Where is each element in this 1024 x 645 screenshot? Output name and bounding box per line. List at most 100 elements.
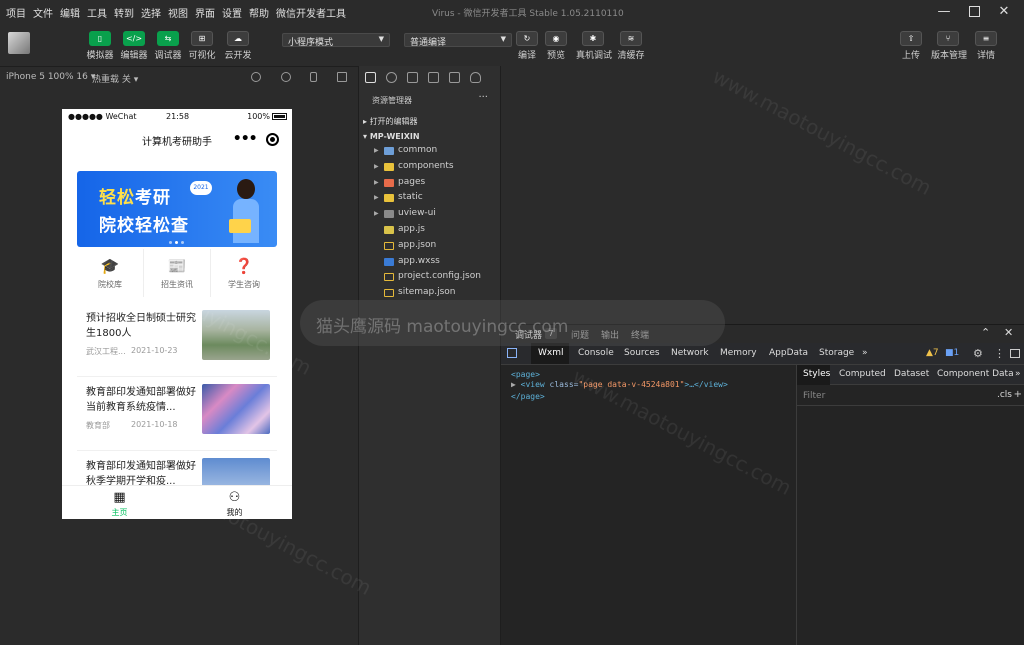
device-select[interactable]: iPhone 5 100% 16 ▾ (6, 72, 95, 82)
file-app-json[interactable]: app.json (359, 239, 502, 255)
info-count[interactable]: ■1 (945, 348, 959, 358)
menu-project[interactable]: 项目 (6, 5, 26, 20)
add-style-icon[interactable]: + (1014, 389, 1022, 400)
simulator-bar: iPhone 5 100% 16 ▾ 热重载 关 ▾ (0, 66, 358, 88)
news-item[interactable]: 教育部印发通知部署做好当前教育系统疫情... 教育部 2021-10-18 (77, 379, 277, 451)
dom-node-view[interactable]: ▶ <view class="page data-v-4524a801">…</… (511, 380, 728, 389)
banner[interactable]: 轻松考研 院校轻松查 2021 (77, 171, 277, 247)
details-button[interactable]: ≡ 详情 (969, 31, 1003, 61)
window-icon[interactable] (337, 72, 347, 82)
folder-uview-ui[interactable]: ▶ uview-ui (359, 207, 502, 223)
tab-computed[interactable]: Computed (839, 369, 886, 379)
code-icon: </> (123, 31, 145, 46)
clear-cache-button[interactable]: ≋ 清缓存 (614, 31, 648, 61)
files-icon[interactable] (365, 71, 376, 83)
news-item[interactable]: 预计招收全日制硕士研究生1800人 武汉工程... 2021-10-23 (77, 305, 277, 377)
tab-appdata[interactable]: AppData (769, 348, 808, 358)
shortcut-student-consult[interactable]: ❓ 学生咨询 (211, 249, 277, 297)
menu-goto[interactable]: 转到 (114, 5, 134, 20)
source-control-icon[interactable] (407, 71, 418, 83)
preview-button[interactable]: ◉ 预览 (539, 31, 573, 61)
menu-help[interactable]: 帮助 (249, 5, 269, 20)
banner-line1: 轻松考研 (99, 188, 171, 208)
more-tabs-icon[interactable]: » (1015, 369, 1021, 379)
record-icon[interactable] (281, 72, 291, 82)
tab-home[interactable]: ▦ 主页 (62, 486, 177, 519)
chevron-down-icon: ▼ (500, 35, 506, 43)
shortcut-admission-news[interactable]: 📰 招生资讯 (144, 249, 211, 297)
file-app-wxss[interactable]: app.wxss (359, 255, 502, 271)
more-tabs-icon[interactable]: » (862, 348, 868, 358)
simulator-button[interactable]: ▯ 模拟器 (83, 31, 117, 61)
menu-settings[interactable]: 设置 (222, 5, 242, 20)
folder-static[interactable]: ▶ static (359, 191, 502, 207)
watermark-banner: 猫头鹰源码 maotouyingcc.com (300, 300, 725, 346)
tab-network[interactable]: Network (671, 348, 709, 358)
tab-mine[interactable]: ⚇ 我的 (177, 486, 292, 519)
visual-button[interactable]: ⊞ 可视化 (185, 31, 219, 61)
avatar[interactable] (8, 32, 30, 54)
more-icon[interactable]: ••• (233, 131, 258, 147)
tab-wxml[interactable]: Wxml (538, 348, 564, 358)
menu-select[interactable]: 选择 (141, 5, 161, 20)
tab-console[interactable]: Console (578, 348, 614, 358)
debugger-button[interactable]: ⇆ 调试器 (151, 31, 185, 61)
cls-toggle[interactable]: .cls (997, 390, 1012, 400)
illustration-book (229, 219, 251, 233)
maximize-icon[interactable] (968, 4, 980, 18)
project-root[interactable]: ▾ MP-WEIXIN (363, 132, 420, 141)
dom-node-page[interactable]: <page> (511, 370, 540, 379)
editor-area[interactable] (501, 66, 1024, 324)
search-icon[interactable] (386, 71, 397, 83)
open-editors-section[interactable]: ▸ 打开的编辑器 (363, 116, 418, 127)
upload-button[interactable]: ⇧ 上传 (894, 31, 928, 61)
menu-tools[interactable]: 工具 (87, 5, 107, 20)
shortcut-grid: 🎓 院校库 📰 招生资讯 ❓ 学生咨询 (77, 249, 277, 297)
tab-storage[interactable]: Storage (819, 348, 854, 358)
kebab-menu-icon[interactable]: ⋮ (994, 347, 1005, 360)
real-debug-button[interactable]: ✱ 真机调试 (576, 31, 612, 61)
main-toolbar: ▯ 模拟器 </> 编辑器 ⇆ 调试器 ⊞ 可视化 ☁ 云开发 小程序模式 ▼ 普… (0, 24, 1024, 66)
dock-icon[interactable] (1010, 349, 1020, 358)
cloud-button[interactable]: ☁ 云开发 (221, 31, 255, 61)
inspect-icon[interactable] (507, 348, 517, 358)
warning-count[interactable]: ▲7 (926, 348, 939, 358)
file-app-js[interactable]: app.js (359, 223, 502, 239)
cloud-icon[interactable] (470, 71, 481, 83)
menu-edit[interactable]: 编辑 (60, 5, 80, 20)
version-button[interactable]: ⑂ 版本管理 (931, 31, 967, 61)
menu-wechat-devtools[interactable]: 微信开发者工具 (276, 5, 346, 20)
dom-node-page-close[interactable]: </page> (511, 392, 545, 401)
css-file-icon (384, 257, 394, 266)
menu-interface[interactable]: 界面 (195, 5, 215, 20)
tab-component-data[interactable]: Component Data (937, 369, 1014, 379)
close-icon[interactable]: ✕ (1004, 326, 1013, 339)
folder-components[interactable]: ▶ components (359, 160, 502, 176)
editor-button[interactable]: </> 编辑器 (117, 31, 151, 61)
menu-file[interactable]: 文件 (33, 5, 53, 20)
file-project-config[interactable]: project.config.json (359, 270, 502, 286)
mode-select[interactable]: 小程序模式 ▼ (282, 33, 390, 48)
hotreload-toggle[interactable]: 热重载 关 ▾ (92, 72, 138, 85)
phone-icon[interactable] (310, 72, 317, 82)
minimize-icon[interactable]: — (938, 4, 951, 19)
compile-select[interactable]: 普通编译 ▼ (404, 33, 512, 48)
folder-pages[interactable]: ▶ pages (359, 176, 502, 192)
gear-icon[interactable]: ⚙ (973, 347, 983, 360)
menu-view[interactable]: 视图 (168, 5, 188, 20)
shortcut-school-library[interactable]: 🎓 院校库 (77, 249, 144, 297)
close-icon[interactable]: ✕ (998, 4, 1010, 19)
close-mini-program-icon[interactable] (266, 132, 280, 146)
tab-sources[interactable]: Sources (624, 348, 660, 358)
styles-filter-input[interactable]: Filter (803, 391, 825, 401)
more-icon[interactable]: ··· (478, 92, 488, 103)
folder-common[interactable]: ▶ common (359, 144, 502, 160)
news-date: 2021-10-18 (131, 420, 178, 429)
tab-styles[interactable]: Styles (803, 369, 830, 379)
rotate-icon[interactable] (251, 72, 261, 82)
chevron-up-icon[interactable]: ⌃ (981, 326, 990, 339)
outline-icon[interactable] (449, 71, 460, 83)
tab-memory[interactable]: Memory (720, 348, 757, 358)
extensions-icon[interactable] (428, 71, 439, 83)
tab-dataset[interactable]: Dataset (894, 369, 929, 379)
